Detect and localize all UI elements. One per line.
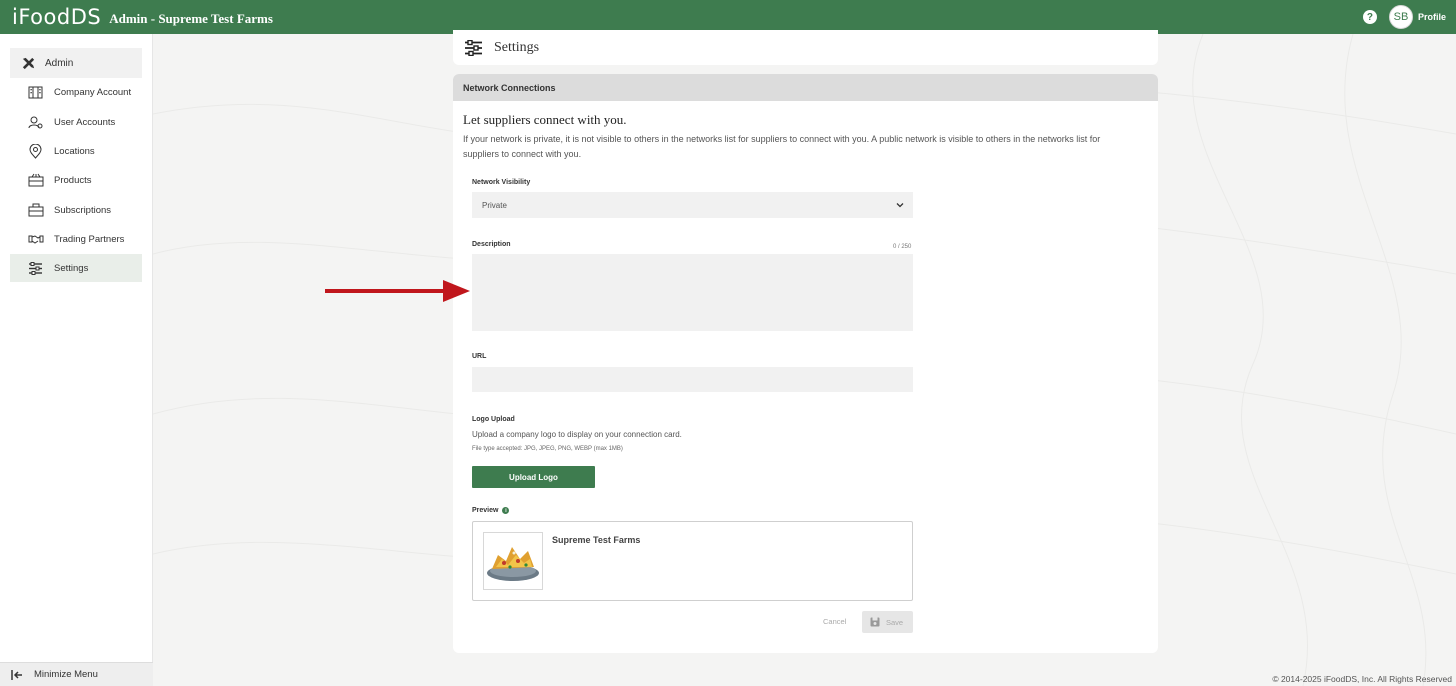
network-connections-card: Network Connections Let suppliers connec… [453, 74, 1158, 653]
connection-card-preview: Supreme Test Farms [472, 521, 913, 601]
sidebar-item-user-accounts[interactable]: User Accounts [10, 108, 142, 136]
sidebar-header-label: Admin [45, 57, 74, 69]
topbar-actions: ? SB Profile [1362, 0, 1446, 34]
sidebar-item-subscriptions[interactable]: Subscriptions [10, 196, 142, 224]
sidebar-item-label: Settings [54, 262, 89, 274]
info-icon[interactable]: i [502, 507, 510, 514]
handshake-icon [27, 231, 44, 248]
upload-logo-button[interactable]: Upload Logo [472, 466, 595, 488]
app-title: Admin - Supreme Test Farms [109, 11, 273, 26]
logo-upload-help: Upload a company logo to display on your… [472, 430, 682, 439]
visibility-value: Private [482, 200, 507, 210]
user-gear-icon [27, 114, 44, 131]
sidebar-item-label: Trading Partners [54, 233, 125, 245]
page-title: Settings [494, 39, 540, 55]
section-header: Network Connections [453, 74, 1158, 101]
help-icon[interactable]: ? [1362, 10, 1377, 24]
description-textarea[interactable] [472, 254, 913, 331]
crate-icon [27, 172, 44, 189]
avatar[interactable]: SB [1388, 5, 1413, 29]
section-heading: Let suppliers connect with you. [463, 112, 627, 127]
preview-company-name: Supreme Test Farms [552, 535, 641, 545]
settings-header-card: Settings [453, 30, 1158, 65]
annotation-arrow-icon [325, 280, 470, 302]
sidebar-item-label: Subscriptions [54, 204, 112, 216]
sidebar-item-company-account[interactable]: Company Account [10, 78, 142, 106]
profile-link[interactable]: Profile [1418, 12, 1446, 22]
minimize-menu-button[interactable]: Minimize Menu [0, 662, 153, 686]
top-bar: iFoodDS Admin - Supreme Test Farms ? SB … [0, 0, 1456, 34]
briefcase-icon [27, 202, 44, 219]
preview-label-text: Preview [472, 507, 499, 514]
preview-label: Preview i [472, 507, 510, 514]
sidebar: Admin Company Account User Accounts Loca… [0, 34, 153, 686]
sidebar-item-label: Products [54, 174, 92, 186]
sidebar-item-trading-partners[interactable]: Trading Partners [10, 225, 142, 253]
visibility-label: Network Visibility [472, 179, 531, 186]
sidebar-item-label: Locations [54, 145, 95, 157]
tools-icon [20, 55, 36, 71]
save-label: Save [886, 617, 904, 627]
sidebar-item-products[interactable]: Products [10, 166, 142, 194]
collapse-left-icon [11, 669, 23, 681]
building-icon [27, 84, 44, 101]
url-input[interactable] [472, 367, 913, 392]
url-label: URL [472, 353, 487, 360]
company-logo-image [483, 532, 543, 590]
cancel-button[interactable]: Cancel [823, 617, 846, 626]
section-description: If your network is private, it is not vi… [463, 134, 1101, 159]
save-button[interactable]: Save [862, 611, 913, 633]
chevron-down-icon [896, 203, 904, 208]
sliders-icon [464, 38, 484, 58]
sliders-icon [27, 260, 44, 277]
copyright-text: © 2014-2025 iFoodDS, Inc. All Rights Res… [1272, 674, 1452, 684]
sidebar-item-label: User Accounts [54, 116, 116, 128]
logo-upload-label: Logo Upload [472, 416, 515, 423]
sidebar-item-label: Company Account [54, 86, 132, 98]
brand-logo[interactable]: iFoodDS [12, 5, 101, 29]
description-label: Description [472, 241, 511, 248]
sidebar-item-settings[interactable]: Settings [10, 254, 142, 282]
sidebar-item-locations[interactable]: Locations [10, 137, 142, 165]
network-visibility-select[interactable]: Private [472, 192, 913, 218]
char-counter: 0 / 250 [893, 244, 912, 250]
sidebar-header-admin[interactable]: Admin [10, 48, 142, 78]
map-pin-icon [27, 143, 44, 160]
minimize-menu-label: Minimize Menu [34, 669, 98, 680]
logo-file-types: File type accepted: JPG, JPEG, PNG, WEBP… [472, 446, 623, 452]
floppy-disk-icon [870, 617, 880, 627]
